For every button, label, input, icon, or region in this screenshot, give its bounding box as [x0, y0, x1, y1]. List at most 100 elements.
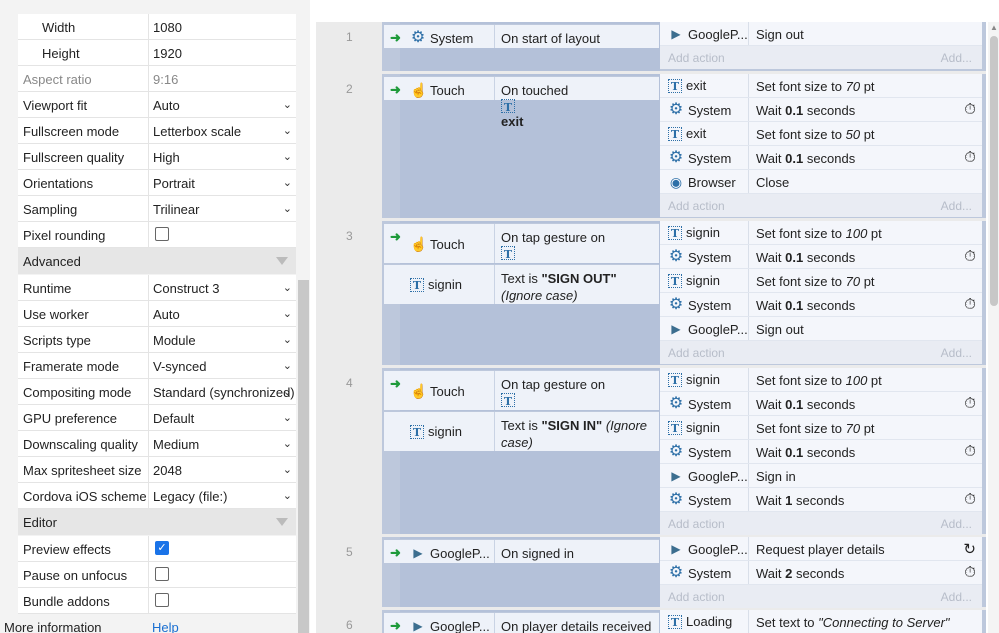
condition[interactable]: ➜ ☝Touch On tap gesture on Tsignin: [384, 223, 659, 293]
action-object-name: signin: [686, 225, 720, 240]
orientations-select[interactable]: Portrait ⌄: [148, 170, 296, 195]
add-more-link[interactable]: Add...: [941, 199, 972, 213]
add-more-link[interactable]: Add...: [941, 517, 972, 531]
bundle-addons-checkbox[interactable]: [155, 593, 169, 607]
chevron-down-icon[interactable]: ⌄: [283, 411, 292, 424]
text-object-icon: T: [668, 273, 682, 288]
preview-effects-checkbox[interactable]: ✓: [155, 541, 169, 555]
add-more-link[interactable]: Add...: [941, 346, 972, 360]
event-block[interactable]: 1 ➜ ⚙ System On start of layout ▶ GoogleP... Si…: [316, 22, 986, 71]
viewport-fit-select[interactable]: Auto ⌄: [148, 92, 296, 117]
collapse-triangle-icon[interactable]: [276, 257, 288, 265]
condition[interactable]: ➜ ☝ Touch On touched T exit: [384, 76, 659, 129]
downscaling-quality-select[interactable]: Medium ⌄: [148, 431, 296, 456]
condition[interactable]: Tsignin Text is "SIGN OUT" (Ignore case): [384, 264, 659, 304]
gpu-preference-select[interactable]: Default ⌄: [148, 405, 296, 430]
add-action-link[interactable]: Add action: [668, 346, 725, 360]
height-field[interactable]: 1920: [148, 40, 296, 65]
condition[interactable]: ➜ ▶ GoogleP... On player details received: [384, 612, 659, 633]
chevron-down-icon[interactable]: ⌄: [283, 124, 292, 137]
action[interactable]: Tsignin Set font size to 100 pt: [660, 368, 982, 392]
add-action-row[interactable]: Add action Add...: [660, 46, 982, 69]
framerate-mode-select[interactable]: V-synced ⌄: [148, 353, 296, 378]
condition[interactable]: Tsignin Text is "SIGN IN" (Ignore case): [384, 411, 659, 451]
cordova-ios-scheme-select[interactable]: Legacy (file:) ⌄: [148, 483, 296, 508]
add-action-row[interactable]: Add action Add...: [660, 341, 982, 364]
event-block[interactable]: 4➜☝TouchOn tap gesture on TsigninTsignin…: [316, 368, 986, 535]
action[interactable]: ▶ GoogleP... Request player details ↻: [660, 537, 982, 561]
action[interactable]: ⚙ System Wait 0.1 seconds ⏱: [660, 440, 982, 464]
action[interactable]: Tsignin Set font size to 100 pt: [660, 221, 982, 245]
action[interactable]: Texit Set font size to 50 pt: [660, 122, 982, 146]
action[interactable]: ⚙ System Wait 1 seconds ⏱: [660, 488, 982, 512]
chevron-down-icon[interactable]: ⌄: [283, 437, 292, 450]
runtime-select[interactable]: Construct 3 ⌄: [148, 275, 296, 300]
chevron-down-icon[interactable]: ⌄: [283, 489, 292, 502]
action-object-name: System: [688, 492, 732, 508]
action[interactable]: ⚙ System Wait 0.1 seconds ⏱: [660, 392, 982, 416]
use-worker-select[interactable]: Auto ⌄: [148, 301, 296, 326]
add-action-link[interactable]: Add action: [668, 199, 725, 213]
add-more-link[interactable]: Add...: [941, 51, 972, 65]
condition[interactable]: ➜ ▶ GoogleP... On signed in: [384, 539, 659, 563]
action-object: ⚙ System: [668, 249, 750, 265]
compositing-mode-select[interactable]: Standard (synchronized) ⌄: [148, 379, 296, 404]
property-value: Auto: [153, 307, 180, 322]
add-action-row[interactable]: Add action Add...: [660, 585, 982, 608]
fullscreen-quality-select[interactable]: High ⌄: [148, 144, 296, 169]
chevron-down-icon[interactable]: ⌄: [283, 281, 292, 294]
action[interactable]: ▶ GoogleP... Sign in: [660, 464, 982, 488]
condition[interactable]: ➜ ☝Touch On tap gesture on Tsignin: [384, 370, 659, 440]
pause-on-unfocus-checkbox[interactable]: [155, 567, 169, 581]
action[interactable]: Texit Set font size to 70 pt: [660, 74, 982, 98]
chevron-down-icon[interactable]: ⌄: [283, 176, 292, 189]
chevron-down-icon[interactable]: ⌄: [283, 463, 292, 476]
condition[interactable]: ➜ ⚙ System On start of layout: [384, 24, 659, 48]
action[interactable]: ⚙ System Wait 2 seconds ⏱: [660, 561, 982, 585]
collapse-triangle-icon[interactable]: [276, 518, 288, 526]
event-block[interactable]: 6 ➜ ▶ GoogleP... On player details received T…: [316, 610, 986, 633]
pixel-rounding-checkbox[interactable]: [155, 227, 169, 241]
chevron-down-icon[interactable]: ⌄: [283, 98, 292, 111]
chevron-down-icon[interactable]: ⌄: [283, 202, 292, 215]
properties-scrollbar[interactable]: [298, 280, 309, 633]
section-editor[interactable]: Editor: [18, 509, 296, 535]
event-block[interactable]: 3➜☝TouchOn tap gesture on TsigninTsignin…: [316, 221, 986, 365]
action[interactable]: ⚙ System Wait 0.1 seconds ⏱: [660, 146, 982, 170]
event-block[interactable]: 5 ➜ ▶ GoogleP... On signed in ▶ GoogleP... Requ…: [316, 537, 986, 608]
max-spritesheet-size-select[interactable]: 2048 ⌄: [148, 457, 296, 482]
action[interactable]: ▶ GoogleP... Sign out: [660, 22, 982, 46]
add-action-link[interactable]: Add action: [668, 51, 725, 65]
add-more-link[interactable]: Add...: [941, 590, 972, 604]
scripts-type-select[interactable]: Module ⌄: [148, 327, 296, 352]
fullscreen-mode-select[interactable]: Letterbox scale ⌄: [148, 118, 296, 143]
scroll-up-icon[interactable]: ▲: [990, 23, 998, 32]
chevron-down-icon[interactable]: ⌄: [283, 150, 292, 163]
action[interactable]: T Loading Set text to "Connecting to Serve…: [660, 610, 982, 633]
chevron-down-icon[interactable]: ⌄: [283, 333, 292, 346]
event-block[interactable]: 2 ➜ ☝ Touch On touched T exit Texit Set font s…: [316, 74, 986, 218]
action[interactable]: ⚙ System Wait 0.1 seconds ⏱: [660, 293, 982, 317]
action[interactable]: ⚙ System Wait 0.1 seconds ⏱: [660, 98, 982, 122]
chevron-down-icon[interactable]: ⌄: [283, 359, 292, 372]
add-action-link[interactable]: Add action: [668, 590, 725, 604]
condition-divider: [494, 540, 495, 563]
action[interactable]: Tsignin Set font size to 70 pt: [660, 269, 982, 293]
help-link[interactable]: Help: [152, 620, 179, 633]
sampling-select[interactable]: Trilinear ⌄: [148, 196, 296, 221]
action[interactable]: ⚙ System Wait 0.1 seconds ⏱: [660, 245, 982, 269]
action-text: Set text to "Connecting to Server": [756, 615, 950, 630]
action[interactable]: Tsignin Set font size to 70 pt: [660, 416, 982, 440]
add-action-link[interactable]: Add action: [668, 517, 725, 531]
chevron-down-icon[interactable]: ⌄: [283, 307, 292, 320]
text-fragment: Request player details: [756, 542, 885, 557]
event-sheet-scrollbar-thumb[interactable]: [990, 36, 998, 306]
section-advanced[interactable]: Advanced: [18, 248, 296, 274]
add-action-row[interactable]: Add action Add...: [660, 194, 982, 217]
add-action-row[interactable]: Add action Add...: [660, 512, 982, 535]
action[interactable]: ▶ GoogleP... Sign out: [660, 317, 982, 341]
property-value: High: [153, 150, 180, 165]
chevron-down-icon[interactable]: ⌄: [283, 385, 292, 398]
action[interactable]: ◉ Browser Close: [660, 170, 982, 194]
width-field[interactable]: 1080: [148, 14, 296, 39]
